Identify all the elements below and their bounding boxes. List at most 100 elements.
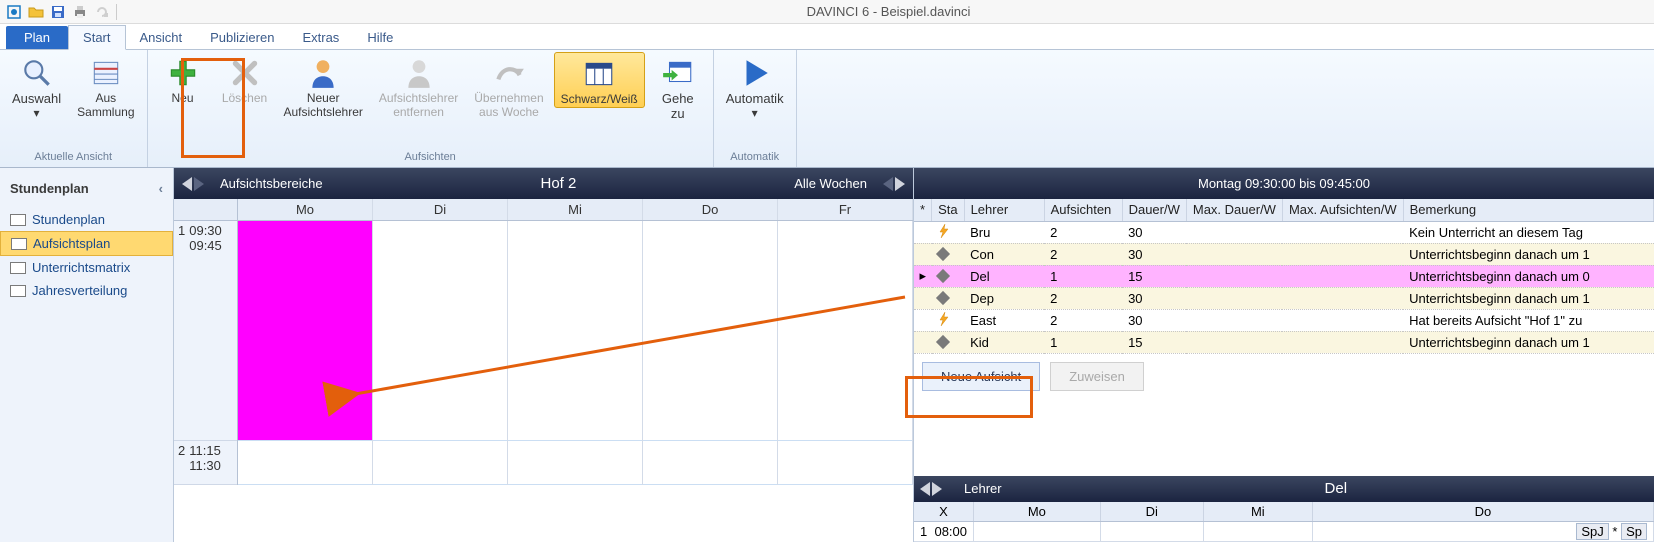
cell-mi-2[interactable] bbox=[508, 441, 642, 485]
table-row[interactable]: Dep230Unterrichtsbeginn danach um 1 bbox=[914, 287, 1654, 309]
btn-auswahl[interactable]: Auswahl▾ bbox=[6, 52, 67, 121]
sidebar: Stundenplan ‹ Stundenplan Aufsichtsplan … bbox=[0, 168, 174, 542]
cell-fr-2[interactable] bbox=[778, 441, 912, 485]
diamond-icon bbox=[935, 268, 949, 282]
schedule-days-header: Mo Di Mi Do Fr bbox=[174, 199, 913, 221]
tab-extras[interactable]: Extras bbox=[288, 26, 353, 49]
grid-icon bbox=[10, 285, 26, 297]
day-header-di[interactable]: Di bbox=[373, 199, 508, 220]
cell-do-1[interactable] bbox=[643, 221, 777, 441]
grid-icon bbox=[10, 262, 26, 274]
btn-aus-sammlung[interactable]: Aus Sammlung bbox=[71, 52, 140, 120]
lower-row[interactable]: 1 08:00 SpJ * Sp bbox=[914, 522, 1654, 542]
cell-fr-1[interactable] bbox=[778, 221, 912, 441]
btn-neuer-aufsichtslehrer[interactable]: Neuer Aufsichtslehrer bbox=[278, 52, 369, 120]
qat-refresh-icon[interactable] bbox=[6, 4, 22, 20]
timeslot-1[interactable]: 109:3009:45 bbox=[174, 221, 237, 441]
cell-mi-1[interactable] bbox=[508, 221, 642, 441]
qat-folder-icon[interactable] bbox=[28, 4, 44, 20]
day-col-do bbox=[643, 221, 778, 485]
diamond-icon bbox=[935, 334, 949, 348]
bw-grid-icon bbox=[582, 57, 616, 91]
btn-aufsichtslehrer-entfernen: Aufsichtslehrer entfernen bbox=[373, 52, 464, 120]
tab-start[interactable]: Start bbox=[68, 25, 125, 50]
table-row[interactable]: Bru230Kein Unterricht an diesem Tag bbox=[914, 221, 1654, 243]
day-header-do[interactable]: Do bbox=[643, 199, 778, 220]
cell-do-2[interactable] bbox=[643, 441, 777, 485]
cell-di-2[interactable] bbox=[373, 441, 507, 485]
col-lehrer[interactable]: Lehrer bbox=[964, 199, 1044, 221]
bolt-icon bbox=[938, 312, 950, 326]
btn-gehe-zu[interactable]: Gehe zu bbox=[649, 52, 707, 122]
col-bemerkung[interactable]: Bemerkung bbox=[1403, 199, 1653, 221]
lower-col-x[interactable]: X bbox=[914, 502, 974, 522]
table-row[interactable]: Kid115Unterrichtsbeginn danach um 1 bbox=[914, 331, 1654, 353]
lower-col-di[interactable]: Di bbox=[1100, 502, 1203, 522]
highlight-neu bbox=[181, 58, 245, 158]
lower-center: Del bbox=[1018, 480, 1654, 497]
col-sta[interactable]: Sta bbox=[932, 199, 965, 221]
btn-uebernehmen-aus-woche: Übernehmen aus Woche bbox=[468, 52, 549, 120]
lower-col-mo[interactable]: Mo bbox=[974, 502, 1101, 522]
col-star[interactable]: * bbox=[914, 199, 932, 221]
btn-automatik[interactable]: Automatik▾ bbox=[720, 52, 790, 121]
col-maxdauerw[interactable]: Max. Dauer/W bbox=[1186, 199, 1282, 221]
quick-access-toolbar bbox=[0, 4, 123, 20]
window-title: DAVINCI 6 - Beispiel.davinci bbox=[123, 4, 1654, 19]
ribbon-tabs: Plan Start Ansicht Publizieren Extras Hi… bbox=[0, 24, 1654, 50]
play-icon bbox=[738, 56, 772, 90]
teacher-table: * Sta Lehrer Aufsichten Dauer/W Max. Dau… bbox=[914, 199, 1654, 354]
sidebar-item-stundenplan[interactable]: Stundenplan bbox=[0, 208, 173, 231]
cell-mo-1[interactable] bbox=[238, 221, 372, 441]
nav-right[interactable] bbox=[883, 177, 905, 191]
day-col-di bbox=[373, 221, 508, 485]
table-row[interactable]: ▸Del115Unterrichtsbeginn danach um 0 bbox=[914, 265, 1654, 287]
cell-di-1[interactable] bbox=[373, 221, 507, 441]
sidebar-item-unterrichtsmatrix[interactable]: Unterrichtsmatrix bbox=[0, 256, 173, 279]
ribbon-group-aktuelle-ansicht: Auswahl▾ Aus Sammlung Aktuelle Ansicht bbox=[0, 50, 148, 167]
sidebar-item-jahresverteilung[interactable]: Jahresverteilung bbox=[0, 279, 173, 302]
btn-zuweisen: Zuweisen bbox=[1050, 362, 1144, 391]
qat-print-icon[interactable] bbox=[72, 4, 88, 20]
timeslot-2[interactable]: 211:1511:30 bbox=[174, 441, 237, 485]
diamond-icon bbox=[935, 290, 949, 304]
qat-save-icon[interactable] bbox=[50, 4, 66, 20]
tab-publizieren[interactable]: Publizieren bbox=[196, 26, 288, 49]
lower-col-do[interactable]: Do bbox=[1312, 502, 1653, 522]
tab-plan[interactable]: Plan bbox=[6, 26, 68, 49]
col-maxaufsw[interactable]: Max. Aufsichten/W bbox=[1282, 199, 1403, 221]
grid-icon bbox=[10, 214, 26, 226]
sidebar-header[interactable]: Stundenplan ‹ bbox=[0, 168, 173, 208]
sidebar-item-aufsichtsplan[interactable]: Aufsichtsplan bbox=[0, 231, 173, 256]
cell-mo-2[interactable] bbox=[238, 441, 372, 485]
day-header-mo[interactable]: Mo bbox=[238, 199, 373, 220]
day-header-fr[interactable]: Fr bbox=[778, 199, 913, 220]
title-bar: DAVINCI 6 - Beispiel.davinci bbox=[0, 0, 1654, 24]
schedule-right-label: Alle Wochen bbox=[778, 176, 883, 191]
col-aufsichten[interactable]: Aufsichten bbox=[1044, 199, 1122, 221]
day-header-mi[interactable]: Mi bbox=[508, 199, 643, 220]
col-dauerw[interactable]: Dauer/W bbox=[1122, 199, 1186, 221]
nav-left[interactable] bbox=[182, 177, 204, 191]
lower-col-mi[interactable]: Mi bbox=[1203, 502, 1312, 522]
chevron-left-icon[interactable]: ‹ bbox=[159, 181, 163, 196]
ribbon-group-label: Automatik bbox=[720, 149, 790, 167]
lower-nav[interactable] bbox=[914, 482, 948, 496]
tab-hilfe[interactable]: Hilfe bbox=[353, 26, 407, 49]
right-titlebar: Montag 09:30:00 bis 09:45:00 bbox=[914, 168, 1654, 199]
day-col-mi bbox=[508, 221, 643, 485]
goto-calendar-icon bbox=[661, 56, 695, 90]
btn-schwarz-weiss[interactable]: Schwarz/Weiß bbox=[554, 52, 645, 108]
tab-ansicht[interactable]: Ansicht bbox=[126, 26, 197, 49]
table-row[interactable]: East230Hat bereits Aufsicht "Hof 1" zu bbox=[914, 309, 1654, 331]
bolt-icon bbox=[938, 224, 950, 238]
qat-redo-icon bbox=[94, 4, 110, 20]
highlight-neue-aufsicht bbox=[905, 376, 1033, 418]
magnifier-icon bbox=[20, 56, 54, 90]
day-col-mo bbox=[238, 221, 373, 485]
person-icon bbox=[306, 56, 340, 90]
right-pane: Montag 09:30:00 bis 09:45:00 * Sta Lehre… bbox=[914, 168, 1654, 542]
table-row[interactable]: Con230Unterrichtsbeginn danach um 1 bbox=[914, 243, 1654, 265]
collection-icon bbox=[89, 56, 123, 90]
qat-sep bbox=[116, 4, 117, 20]
